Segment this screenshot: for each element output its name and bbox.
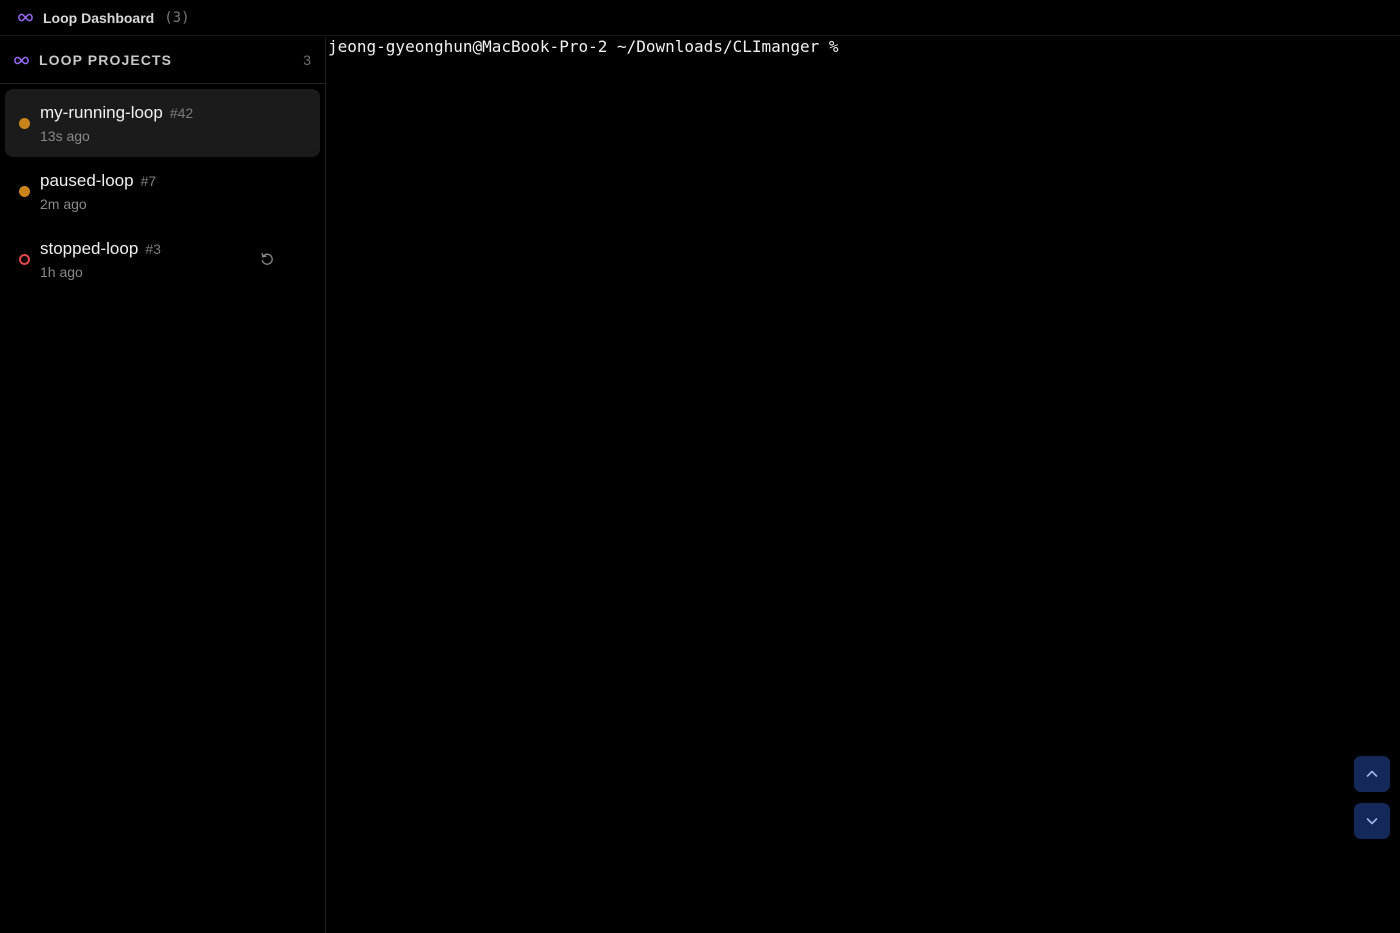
sidebar-header: LOOP PROJECTS 3 bbox=[0, 37, 325, 84]
project-id: #7 bbox=[140, 173, 157, 189]
project-item-stopped-loop[interactable]: stopped-loop #3 1h ago bbox=[5, 225, 320, 293]
status-running-icon bbox=[19, 118, 30, 129]
project-title-row: my-running-loop #42 bbox=[40, 103, 193, 123]
chevron-up-icon bbox=[1366, 770, 1378, 777]
sidebar: LOOP PROJECTS 3 my-running-loop #42 13s a… bbox=[0, 37, 326, 933]
scroll-up-button[interactable] bbox=[1354, 756, 1390, 792]
scroll-down-button[interactable] bbox=[1354, 803, 1390, 839]
status-stopped-icon bbox=[19, 254, 30, 265]
project-id: #42 bbox=[169, 105, 194, 121]
infinity-icon bbox=[18, 13, 33, 22]
sidebar-title: LOOP PROJECTS bbox=[39, 52, 173, 68]
project-item-my-running-loop[interactable]: my-running-loop #42 13s ago bbox=[5, 89, 320, 157]
terminal-panel[interactable]: jeong-gyeonghun@MacBook-Pro-2 ~/Download… bbox=[327, 37, 1400, 933]
infinity-icon bbox=[14, 56, 29, 64]
project-list: my-running-loop #42 13s ago paused-loop #7… bbox=[0, 84, 325, 293]
project-time: 13s ago bbox=[40, 128, 90, 144]
restart-icon[interactable] bbox=[260, 252, 274, 266]
project-count: (3) bbox=[164, 9, 190, 26]
app-window: Loop Dashboard (3) LOOP PROJECTS 3 my-ru… bbox=[0, 0, 1400, 933]
project-item-paused-loop[interactable]: paused-loop #7 2m ago bbox=[5, 157, 320, 225]
chevron-down-icon bbox=[1366, 818, 1378, 825]
status-paused-icon bbox=[19, 186, 30, 197]
title-bar: Loop Dashboard (3) bbox=[0, 0, 1400, 36]
sidebar-count: 3 bbox=[303, 52, 311, 68]
app-title: Loop Dashboard bbox=[43, 9, 155, 26]
project-title-row: stopped-loop #3 bbox=[40, 239, 161, 259]
project-title-row: paused-loop #7 bbox=[40, 171, 156, 191]
project-id: #3 bbox=[145, 241, 161, 257]
project-time: 2m ago bbox=[40, 196, 87, 212]
project-name: paused-loop bbox=[40, 171, 134, 190]
project-name: stopped-loop bbox=[40, 239, 139, 258]
terminal-prompt: jeong-gyeonghun@MacBook-Pro-2 ~/Download… bbox=[328, 37, 839, 56]
project-name: my-running-loop bbox=[40, 103, 163, 122]
project-time: 1h ago bbox=[40, 264, 83, 280]
